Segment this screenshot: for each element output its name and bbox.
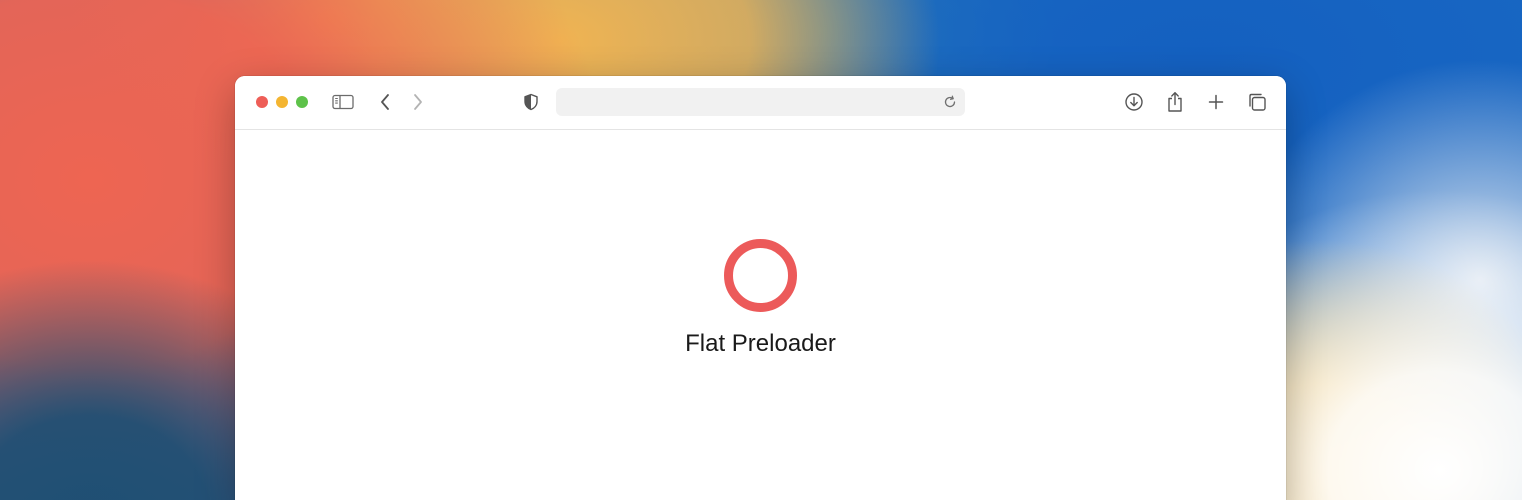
browser-toolbar: [235, 76, 1286, 130]
preloader-ring: [724, 239, 797, 312]
plus-icon[interactable]: [1204, 90, 1228, 114]
chevron-left-icon: [381, 94, 389, 110]
browser-window: Flat Preloader: [235, 76, 1286, 500]
address-bar[interactable]: [556, 88, 965, 116]
close-window-button[interactable]: [256, 96, 268, 108]
page-content: Flat Preloader: [235, 130, 1286, 500]
desktop-wallpaper: Flat Preloader: [0, 0, 1522, 500]
shield-icon[interactable]: [519, 90, 543, 114]
chevron-right-icon: [414, 94, 422, 110]
share-icon[interactable]: [1163, 90, 1187, 114]
forward-button[interactable]: [406, 90, 430, 114]
tabs-icon[interactable]: [1245, 90, 1269, 114]
reload-icon[interactable]: [943, 95, 957, 109]
back-button[interactable]: [373, 90, 397, 114]
zoom-window-button[interactable]: [296, 96, 308, 108]
minimize-window-button[interactable]: [276, 96, 288, 108]
sidebar-icon[interactable]: [331, 90, 355, 114]
preloader-label: Flat Preloader: [685, 330, 836, 357]
download-icon[interactable]: [1122, 90, 1146, 114]
